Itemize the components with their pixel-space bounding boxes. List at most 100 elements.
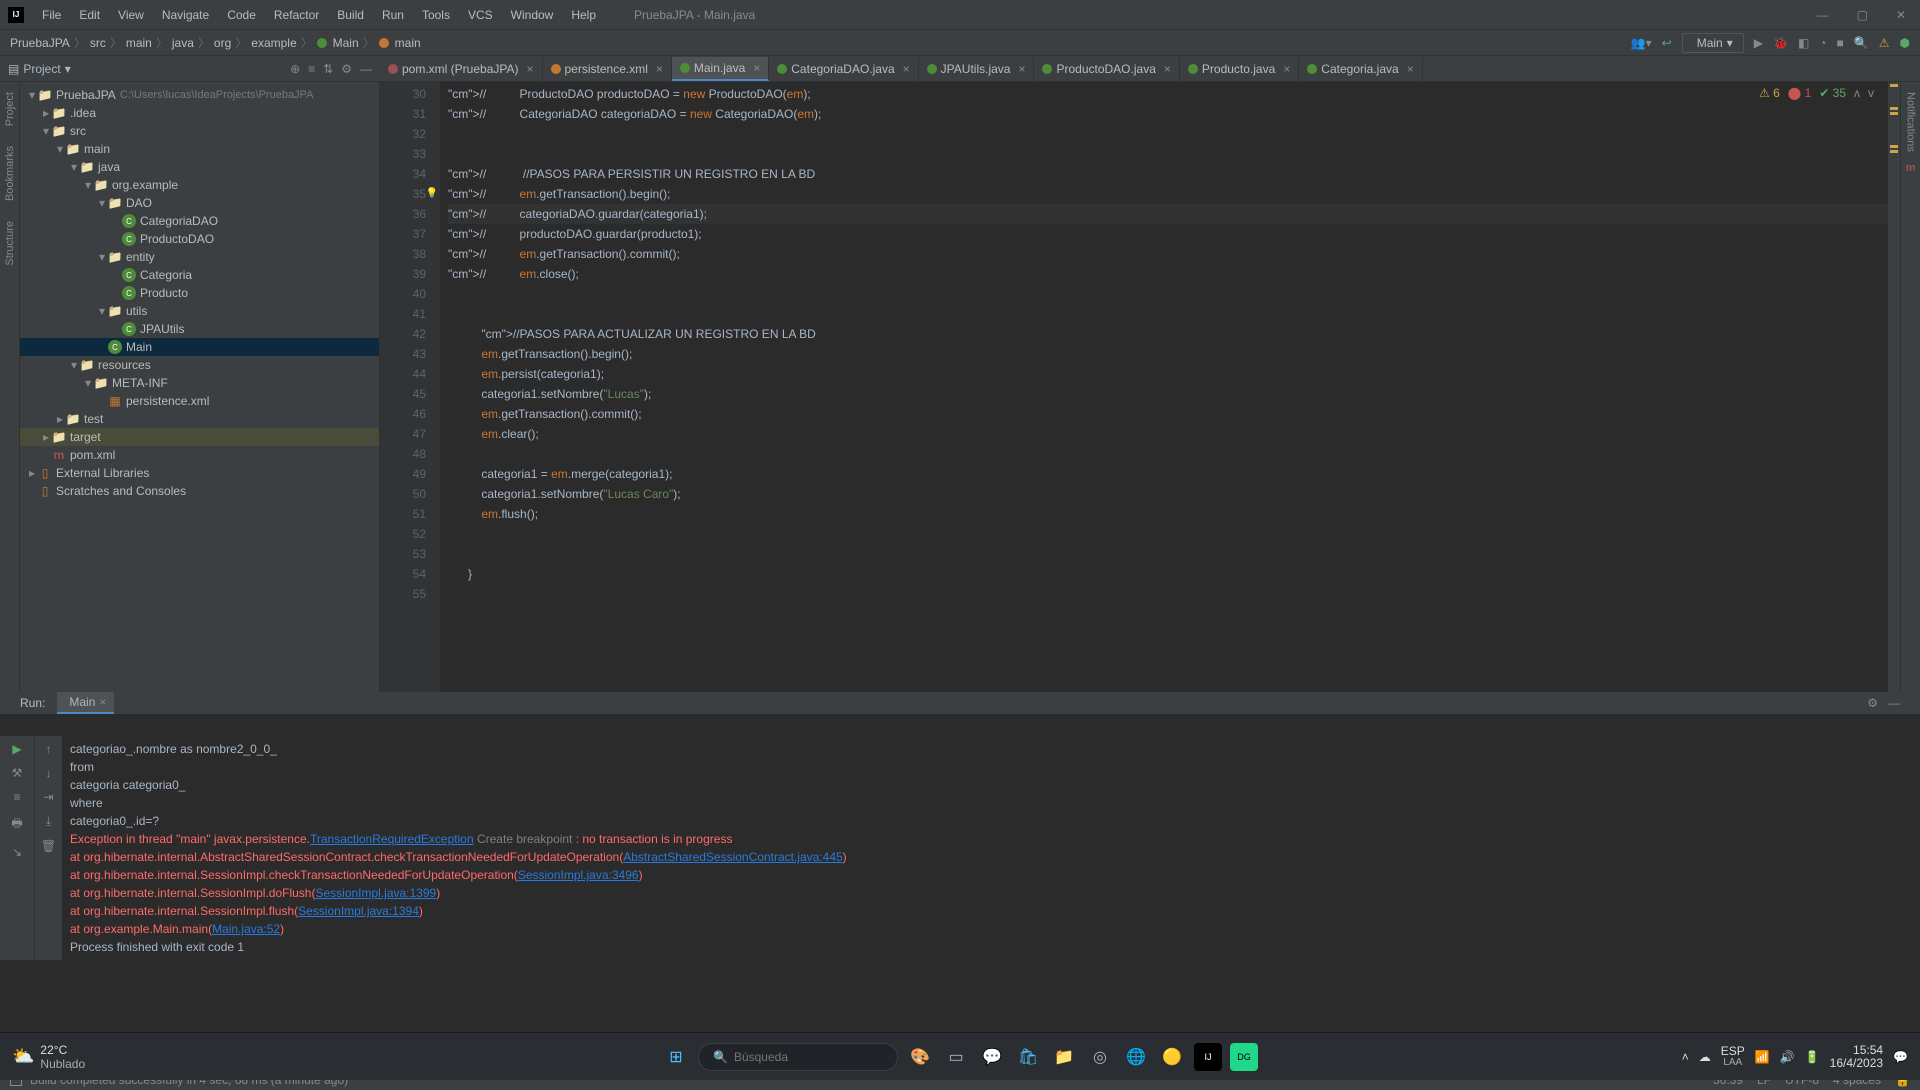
run-settings-icon[interactable]: ⚙: [1867, 696, 1878, 710]
code-area[interactable]: "cm">// ProductoDAO productoDAO = new Pr…: [440, 82, 1900, 692]
hide-icon[interactable]: —: [360, 62, 372, 76]
clear-button[interactable]: 🗑: [41, 839, 56, 853]
copilot-icon[interactable]: 🎨: [906, 1043, 934, 1071]
tree-item[interactable]: ▾📁entity: [20, 248, 379, 266]
start-button[interactable]: ⊞: [662, 1043, 690, 1071]
run-hide-icon[interactable]: —: [1888, 696, 1900, 710]
tree-item[interactable]: ▸▯External Libraries: [20, 464, 379, 482]
breadcrumb-item[interactable]: Main: [333, 36, 359, 50]
breadcrumb-item[interactable]: main: [126, 36, 152, 50]
close-button[interactable]: ✕: [1890, 8, 1912, 22]
tree-item[interactable]: CMain: [20, 338, 379, 356]
ide-updates-icon[interactable]: ⚠: [1879, 36, 1890, 50]
menu-vcs[interactable]: VCS: [460, 4, 501, 26]
stacktrace-link[interactable]: Main.java:52: [212, 922, 280, 936]
breadcrumb-item[interactable]: src: [90, 36, 106, 50]
tree-item[interactable]: ▦persistence.xml: [20, 392, 379, 410]
tree-item[interactable]: ▾📁src: [20, 122, 379, 140]
editor-tab[interactable]: Main.java×: [672, 57, 769, 81]
chrome-icon[interactable]: 🌐: [1122, 1043, 1150, 1071]
intellij-icon[interactable]: IJ: [1194, 1043, 1222, 1071]
console-output[interactable]: categoriao_.nombre as nombre2_0_0_ from …: [62, 736, 1920, 960]
breadcrumb-item[interactable]: PruebaJPA: [10, 36, 70, 50]
tree-item[interactable]: ▸📁.idea: [20, 104, 379, 122]
tree-item[interactable]: ▾📁DAO: [20, 194, 379, 212]
project-stripe-button[interactable]: Project: [4, 92, 16, 126]
project-view-dropdown[interactable]: ▾: [65, 62, 71, 76]
exit-button[interactable]: ↘: [12, 845, 22, 859]
menu-file[interactable]: File: [34, 4, 69, 26]
close-icon[interactable]: ×: [656, 62, 663, 76]
stop-button[interactable]: ■: [1837, 36, 1844, 50]
tree-item[interactable]: CCategoria: [20, 266, 379, 284]
expand-all-icon[interactable]: ≡: [308, 62, 315, 76]
maximize-button[interactable]: ▢: [1851, 8, 1874, 22]
menu-tools[interactable]: Tools: [414, 4, 458, 26]
ide-settings-icon[interactable]: ⬢: [1900, 36, 1910, 50]
tree-item[interactable]: ▾📁utils: [20, 302, 379, 320]
breadcrumb-item[interactable]: example: [251, 36, 296, 50]
search-input[interactable]: [734, 1050, 874, 1064]
close-icon[interactable]: ×: [753, 61, 760, 75]
debug-button[interactable]: 🐞: [1773, 36, 1788, 50]
tree-item[interactable]: ▯Scratches and Consoles: [20, 482, 379, 500]
editor-tab[interactable]: Categoria.java×: [1299, 57, 1422, 81]
tree-item[interactable]: CCategoriaDAO: [20, 212, 379, 230]
tree-item[interactable]: ▾📁java: [20, 158, 379, 176]
menu-help[interactable]: Help: [563, 4, 604, 26]
tree-item[interactable]: mpom.xml: [20, 446, 379, 464]
notifications-icon[interactable]: 💬: [1893, 1050, 1908, 1064]
wrap-button[interactable]: ⇥: [43, 790, 53, 804]
clock[interactable]: 15:54 16/4/2023: [1830, 1044, 1883, 1070]
notifications-stripe-button[interactable]: Notifications: [1905, 92, 1917, 152]
close-icon[interactable]: ×: [1018, 62, 1025, 76]
tree-item[interactable]: ▾📁resources: [20, 356, 379, 374]
close-icon[interactable]: ×: [526, 62, 533, 76]
editor[interactable]: ⚠ 6 ⬤ 1 ✔ 35 ʌv 303132333435363738394041…: [380, 82, 1900, 692]
stacktrace-link[interactable]: SessionImpl.java:3496: [518, 868, 639, 882]
close-icon[interactable]: ×: [1164, 62, 1171, 76]
up-stack-button[interactable]: ↑: [46, 742, 52, 756]
modify-run-button[interactable]: ⚒: [12, 766, 23, 780]
menu-window[interactable]: Window: [503, 4, 562, 26]
tree-item[interactable]: CProductoDAO: [20, 230, 379, 248]
menu-refactor[interactable]: Refactor: [266, 4, 327, 26]
chat-icon[interactable]: 💬: [978, 1043, 1006, 1071]
menu-build[interactable]: Build: [329, 4, 372, 26]
editor-tab[interactable]: ProductoDAO.java×: [1034, 57, 1179, 81]
stacktrace-link[interactable]: SessionImpl.java:1394: [298, 904, 419, 918]
project-tool-label[interactable]: Project: [23, 62, 60, 76]
collapse-all-icon[interactable]: ⇅: [323, 62, 333, 76]
weather-widget[interactable]: ⛅ 22°C Nublado: [12, 1043, 85, 1071]
structure-stripe-button[interactable]: Structure: [4, 221, 16, 266]
settings-icon[interactable]: ⚙: [341, 62, 352, 76]
system-tray[interactable]: ˄ ☁ ESP LAA 📶 🔊 🔋 15:54 16/4/2023 💬: [1682, 1044, 1908, 1070]
run-button[interactable]: ▶: [1754, 36, 1763, 50]
tree-item[interactable]: ▾📁org.example: [20, 176, 379, 194]
menu-run[interactable]: Run: [374, 4, 412, 26]
close-icon[interactable]: ×: [903, 62, 910, 76]
battery-icon[interactable]: 🔋: [1805, 1050, 1820, 1064]
scroll-end-button[interactable]: ⤓: [46, 814, 51, 829]
run-config-selector[interactable]: Main▾: [1682, 33, 1744, 53]
close-icon[interactable]: ×: [1407, 62, 1414, 76]
down-stack-button[interactable]: ↓: [46, 766, 52, 780]
breadcrumb-item[interactable]: main: [395, 36, 421, 50]
menu-navigate[interactable]: Navigate: [154, 4, 217, 26]
editor-tab[interactable]: CategoriaDAO.java×: [769, 57, 918, 81]
editor-tab[interactable]: JPAUtils.java×: [919, 57, 1035, 81]
breadcrumb-item[interactable]: org: [214, 36, 231, 50]
tree-item[interactable]: ▾📁META-INF: [20, 374, 379, 392]
tree-item[interactable]: CJPAUtils: [20, 320, 379, 338]
menu-edit[interactable]: Edit: [71, 4, 108, 26]
select-opened-icon[interactable]: ⊕: [290, 62, 300, 76]
back-icon[interactable]: ↩: [1662, 36, 1672, 50]
task-view-icon[interactable]: ▭: [942, 1043, 970, 1071]
datagrip-icon[interactable]: DG: [1230, 1043, 1258, 1071]
wifi-icon[interactable]: 📶: [1755, 1050, 1770, 1064]
breadcrumb[interactable]: PruebaJPA〉src〉main〉java〉org〉example〉Main…: [10, 34, 421, 51]
tray-chevron-icon[interactable]: ˄: [1682, 1050, 1689, 1064]
store-icon[interactable]: 🛍: [1014, 1043, 1042, 1071]
stacktrace-link[interactable]: AbstractSharedSessionContract.java:445: [623, 850, 842, 864]
dell-icon[interactable]: ◎: [1086, 1043, 1114, 1071]
